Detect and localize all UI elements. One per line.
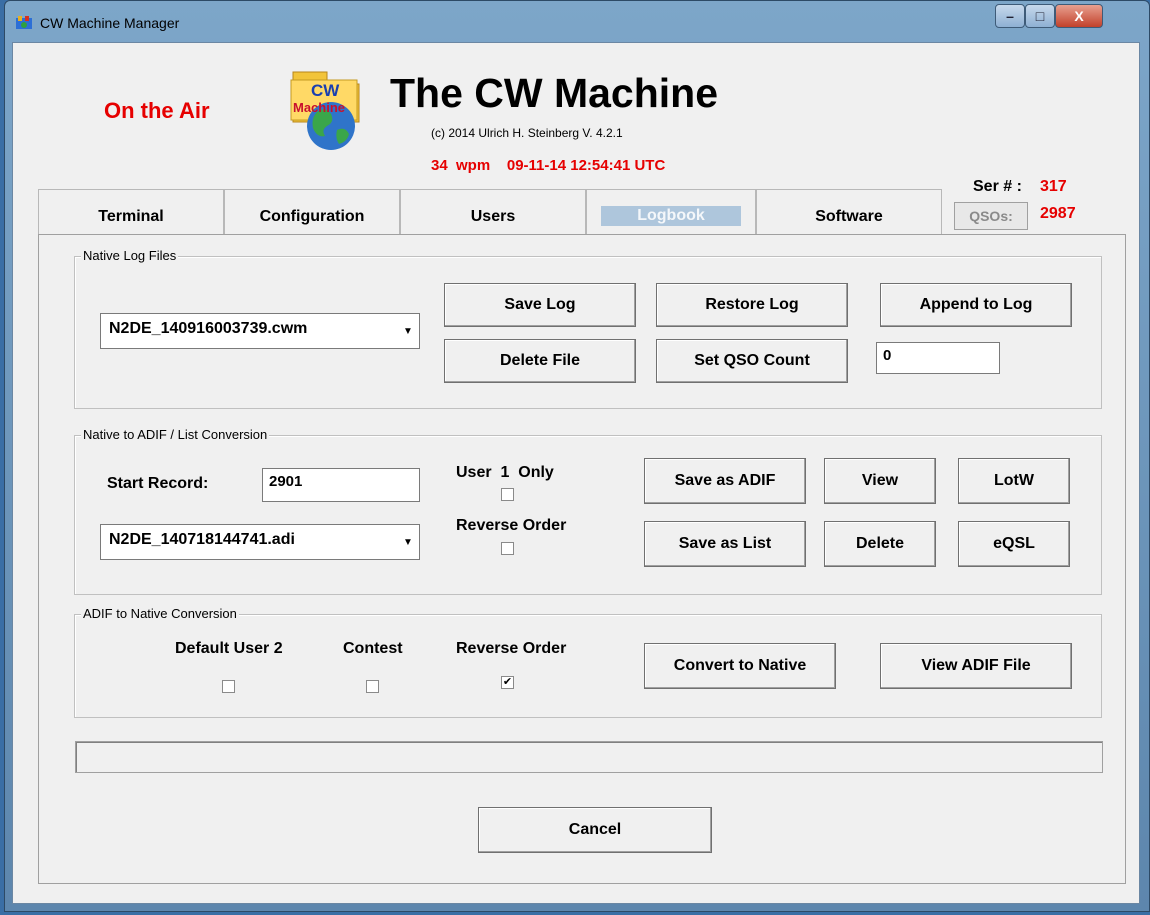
checkmark-icon: ✔ <box>502 676 513 688</box>
qso-count-input[interactable]: 0 <box>876 342 1000 374</box>
wpm-readout: 34 wpm <box>431 157 491 174</box>
tab-logbook[interactable]: Logbook <box>586 189 756 235</box>
qsos-button[interactable]: QSOs: <box>954 202 1028 230</box>
tab-label: Configuration <box>259 208 365 225</box>
contest-checkbox[interactable] <box>366 680 379 693</box>
delete-button[interactable]: Delete <box>824 521 936 567</box>
adif-file-select[interactable]: N2DE_140718144741.adi ▼ <box>100 524 420 560</box>
tab-label: Terminal <box>98 208 164 225</box>
default-user-checkbox[interactable] <box>222 680 235 693</box>
progress-bar <box>75 741 1103 773</box>
serial-value: 317 <box>1040 178 1067 195</box>
title-bar[interactable]: CW Machine Manager – □ X <box>5 1 1149 43</box>
reverse-order-checkbox[interactable] <box>501 542 514 555</box>
convert-to-native-button[interactable]: Convert to Native <box>644 643 836 689</box>
tab-label: Users <box>470 208 516 225</box>
delete-file-button[interactable]: Delete File <box>444 339 636 383</box>
chevron-down-icon[interactable]: ▼ <box>399 527 417 557</box>
user-only-checkbox[interactable] <box>501 488 514 501</box>
chevron-down-icon[interactable]: ▼ <box>399 316 417 346</box>
datetime-readout: 09-11-14 12:54:41 UTC <box>506 157 666 174</box>
start-record-input[interactable]: 2901 <box>262 468 420 502</box>
group-title: Native to ADIF / List Conversion <box>81 427 270 442</box>
maximize-icon: □ <box>1035 8 1045 24</box>
tab-strip: Terminal Configuration Users Logbook Sof… <box>38 189 942 235</box>
qsos-value: 2987 <box>1040 205 1076 222</box>
select-value: N2DE_140916003739.cwm <box>109 320 308 337</box>
on-air-status: On the Air <box>104 98 210 123</box>
select-value: N2DE_140718144741.adi <box>109 531 295 548</box>
user-only-label: User 1 Only <box>456 464 554 481</box>
close-button[interactable]: X <box>1055 4 1103 28</box>
view-adif-file-button[interactable]: View ADIF File <box>880 643 1072 689</box>
eqsl-button[interactable]: eQSL <box>958 521 1070 567</box>
reverse-order-label: Reverse Order <box>456 517 567 534</box>
set-qso-count-button[interactable]: Set QSO Count <box>656 339 848 383</box>
adif-list-conversion-group: Native to ADIF / List Conversion <box>74 427 1102 595</box>
start-record-label: Start Record: <box>107 475 209 492</box>
group-title: ADIF to Native Conversion <box>81 606 239 621</box>
tab-configuration[interactable]: Configuration <box>224 189 400 235</box>
cancel-button[interactable]: Cancel <box>478 807 712 853</box>
copyright-version: (c) 2014 Ulrich H. Steinberg V. 4.2.1 <box>431 126 623 140</box>
tab-software[interactable]: Software <box>756 189 942 235</box>
tab-terminal[interactable]: Terminal <box>38 189 224 235</box>
reverse-order-label: Reverse Order <box>456 640 567 657</box>
save-as-adif-button[interactable]: Save as ADIF <box>644 458 806 504</box>
app-icon <box>16 16 32 29</box>
save-as-list-button[interactable]: Save as List <box>644 521 806 567</box>
window-title: CW Machine Manager <box>40 15 180 31</box>
contest-label: Contest <box>343 640 403 657</box>
app-title: The CW Machine <box>390 70 719 116</box>
view-button[interactable]: View <box>824 458 936 504</box>
minimize-button[interactable]: – <box>995 4 1025 28</box>
append-to-log-button[interactable]: Append to Log <box>880 283 1072 327</box>
tab-label: Software <box>815 208 883 225</box>
tab-label: Logbook <box>601 206 741 226</box>
reverse-order-checkbox[interactable]: ✔ <box>501 676 514 689</box>
native-log-file-select[interactable]: N2DE_140916003739.cwm ▼ <box>100 313 420 349</box>
group-title: Native Log Files <box>81 248 179 263</box>
default-user-label: Default User 2 <box>175 640 283 657</box>
cw-machine-logo: CW Machine <box>290 71 360 150</box>
tab-users[interactable]: Users <box>400 189 586 235</box>
serial-label: Ser # : <box>973 178 1022 195</box>
lotw-button[interactable]: LotW <box>958 458 1070 504</box>
restore-log-button[interactable]: Restore Log <box>656 283 848 327</box>
logo-text-top: CW <box>311 81 340 100</box>
maximize-button[interactable]: □ <box>1025 4 1055 28</box>
close-icon: X <box>1074 8 1084 24</box>
save-log-button[interactable]: Save Log <box>444 283 636 327</box>
status-line: 34 wpm 09-11-14 12:54:41 UTC <box>431 157 665 174</box>
logo-text-bottom: Machine <box>293 100 345 115</box>
minimize-icon: – <box>1006 8 1014 24</box>
